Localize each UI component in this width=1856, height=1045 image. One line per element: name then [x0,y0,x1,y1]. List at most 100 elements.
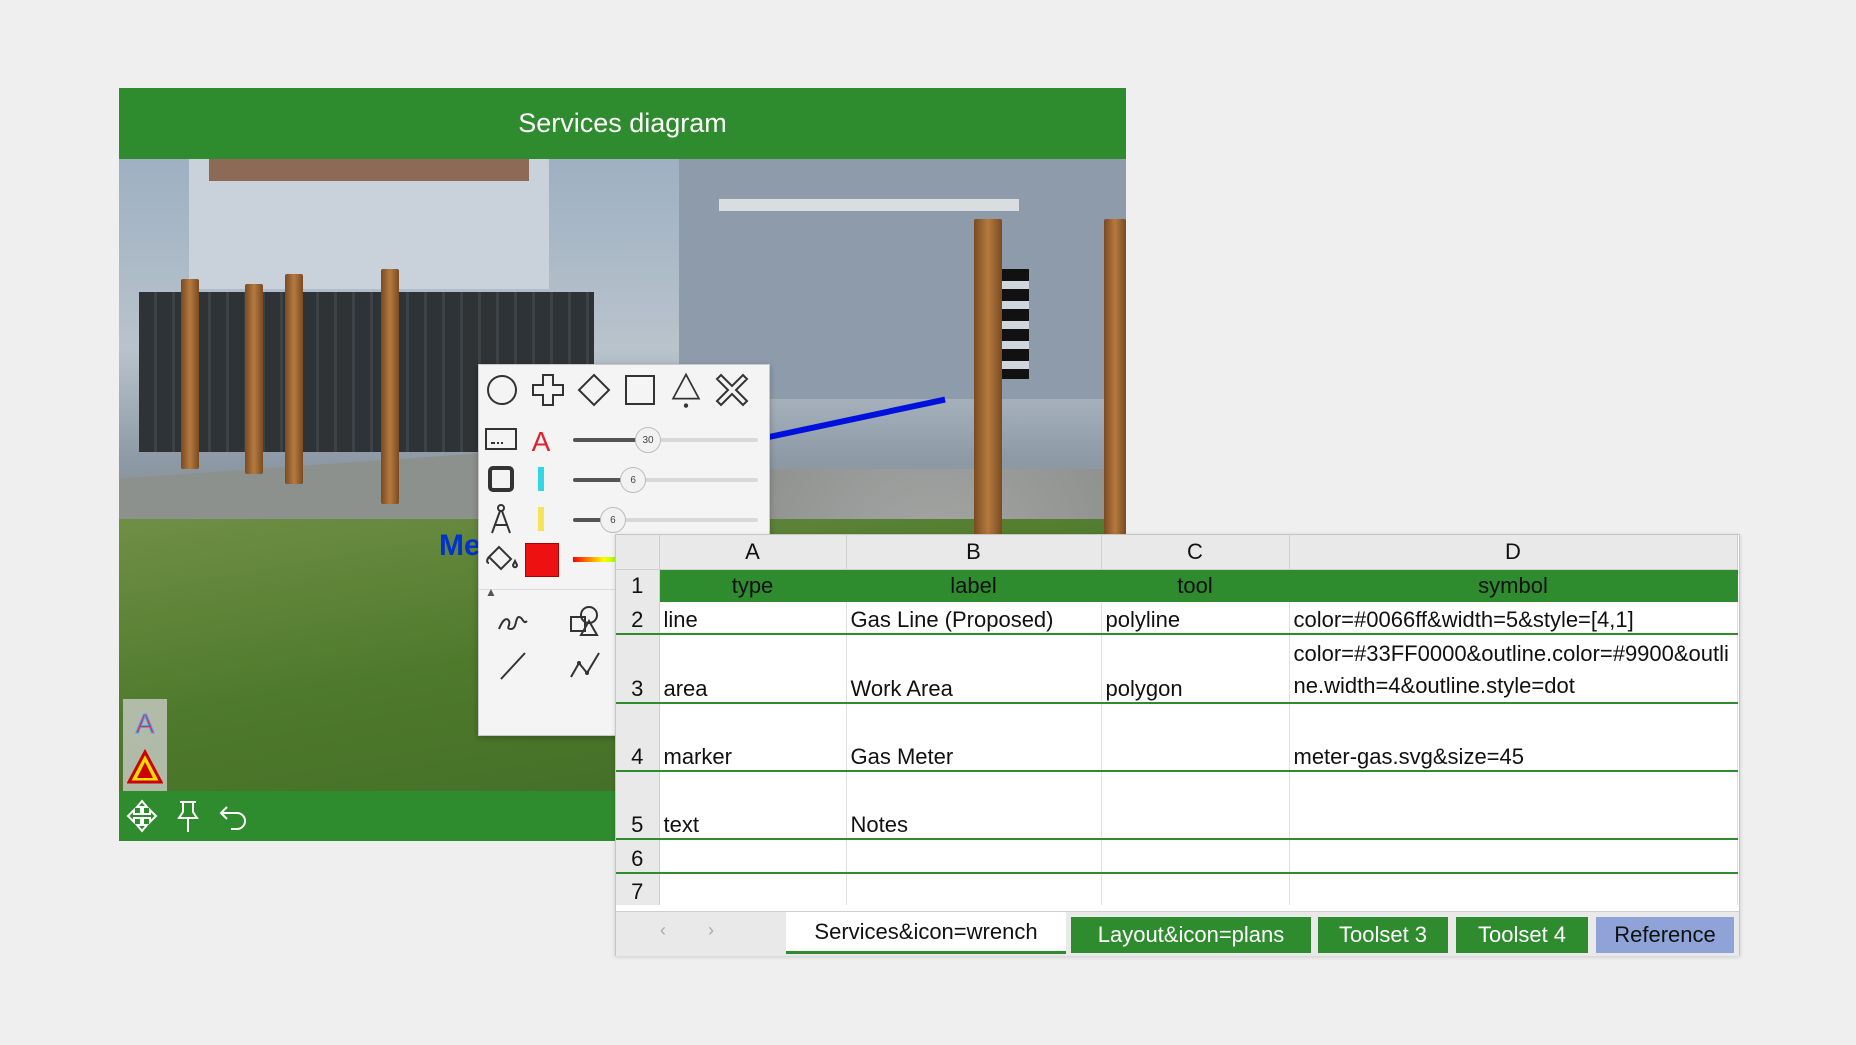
line-width-slider[interactable]: 6 [573,507,758,533]
fence-post [974,219,1002,549]
house-window [999,269,1029,379]
fill-color-swatch[interactable] [525,543,559,577]
undo-icon[interactable] [217,799,251,833]
fence-post [181,279,199,469]
cell[interactable] [659,839,847,874]
collapse-arrow-icon[interactable]: ▲ [485,585,497,599]
line-icon[interactable] [495,647,531,683]
row-header[interactable]: 4 [616,703,660,772]
cell[interactable]: text [659,771,847,840]
row-header[interactable]: 7 [616,873,660,905]
sheet-grid: A B C D 1 type label tool symbol 2 line … [616,535,1738,905]
freehand-icon[interactable] [495,603,531,639]
cell[interactable]: color=#33FF0000&outline.color=#9900&outl… [1289,634,1738,704]
fence-post [285,274,303,484]
cell[interactable] [1101,771,1290,840]
cell[interactable]: Gas Line (Proposed) [846,602,1102,635]
cell[interactable]: Gas Meter [846,703,1102,772]
warning-marker-icon[interactable] [127,749,163,785]
label-box-icon[interactable] [483,421,519,457]
tab-reference[interactable]: Reference [1596,917,1734,953]
tab-toolset-3[interactable]: Toolset 3 [1318,917,1448,953]
cell[interactable]: meter-gas.svg&size=45 [1289,703,1738,772]
cell[interactable]: Notes [846,771,1102,840]
cell[interactable]: tool [1101,569,1290,602]
triangle-icon[interactable] [667,371,705,409]
select-all-corner[interactable] [616,535,660,570]
text-size-slider[interactable]: 30 [573,427,758,453]
table-row: 4 marker Gas Meter meter-gas.svg&size=45 [616,703,1738,772]
cell[interactable] [1101,839,1290,874]
cell[interactable]: line [659,602,847,635]
table-row: 6 [616,839,1738,874]
row-header[interactable]: 1 [616,569,660,602]
tab-layout[interactable]: Layout&icon=plans [1071,917,1311,953]
cell[interactable]: polygon [1101,634,1290,704]
tab-toolset-4[interactable]: Toolset 4 [1456,917,1588,953]
cell[interactable] [1289,771,1738,840]
fence-post [381,269,399,504]
compass-icon[interactable] [483,501,519,537]
svg-text:A: A [136,708,155,739]
outline-box-icon[interactable] [483,461,519,497]
cell[interactable] [846,839,1102,874]
fence-post [1104,219,1126,549]
cell[interactable] [659,873,847,905]
table-row: 3 area Work Area polygon color=#33FF0000… [616,634,1738,704]
chevron-right-icon[interactable]: › [708,920,714,941]
table-row: 5 text Notes [616,771,1738,840]
map-label: Me [439,529,481,562]
column-header-d[interactable]: D [1289,535,1738,570]
cell[interactable] [846,873,1102,905]
house-left-roof [209,159,529,181]
fence-post [245,284,263,474]
outline-color-icon[interactable] [523,461,559,497]
cell[interactable]: type [659,569,847,602]
slider-knob[interactable]: 30 [635,427,661,453]
cell[interactable] [1289,873,1738,905]
move-icon[interactable] [125,799,159,833]
pin-icon[interactable] [171,799,205,833]
column-header-c[interactable]: C [1101,535,1290,570]
cell[interactable]: Work Area [846,634,1102,704]
row-header[interactable]: 6 [616,839,660,874]
square-icon[interactable] [621,371,659,409]
cell[interactable]: color=#0066ff&width=5&style=[4,1] [1289,602,1738,635]
chevron-left-icon[interactable]: ‹ [660,920,666,941]
x-icon[interactable] [713,371,751,409]
shapes-icon[interactable] [567,603,603,639]
plus-icon[interactable] [529,371,567,409]
house-right-balcony [719,199,1019,211]
sheet-tab-bar: ‹ › Services&icon=wrench Layout&icon=pla… [616,911,1739,956]
column-header-b[interactable]: B [846,535,1102,570]
cell[interactable]: symbol [1289,569,1738,602]
polyline-icon[interactable] [567,647,603,683]
paint-bucket-icon[interactable] [483,541,519,577]
circle-icon[interactable] [483,371,521,409]
text-color-icon[interactable]: A [523,421,559,457]
spreadsheet-window: A B C D 1 type label tool symbol 2 line … [615,534,1740,956]
line-color-icon[interactable] [523,501,559,537]
row-header[interactable]: 5 [616,771,660,840]
cell[interactable]: area [659,634,847,704]
cell[interactable]: polyline [1101,602,1290,635]
cell[interactable] [1101,703,1290,772]
row-header[interactable]: 3 [616,634,660,704]
table-row: 7 [616,873,1738,905]
tab-services[interactable]: Services&icon=wrench [786,912,1066,954]
slider-knob[interactable]: 6 [599,507,626,533]
outline-width-slider[interactable]: 6 [573,467,758,493]
cell[interactable] [1101,873,1290,905]
table-row: 2 line Gas Line (Proposed) polyline colo… [616,602,1738,635]
slider-knob[interactable]: 6 [620,467,647,493]
table-row: 1 type label tool symbol [616,569,1738,602]
diamond-icon[interactable] [575,371,613,409]
cell[interactable]: marker [659,703,847,772]
gas-line-drawing[interactable] [768,396,946,440]
column-header-a[interactable]: A [659,535,847,570]
cell[interactable] [1289,839,1738,874]
cell[interactable]: label [846,569,1102,602]
row-header[interactable]: 2 [616,602,660,635]
text-tool-icon[interactable]: A [129,703,161,740]
layer-toolbar: A [123,699,167,791]
